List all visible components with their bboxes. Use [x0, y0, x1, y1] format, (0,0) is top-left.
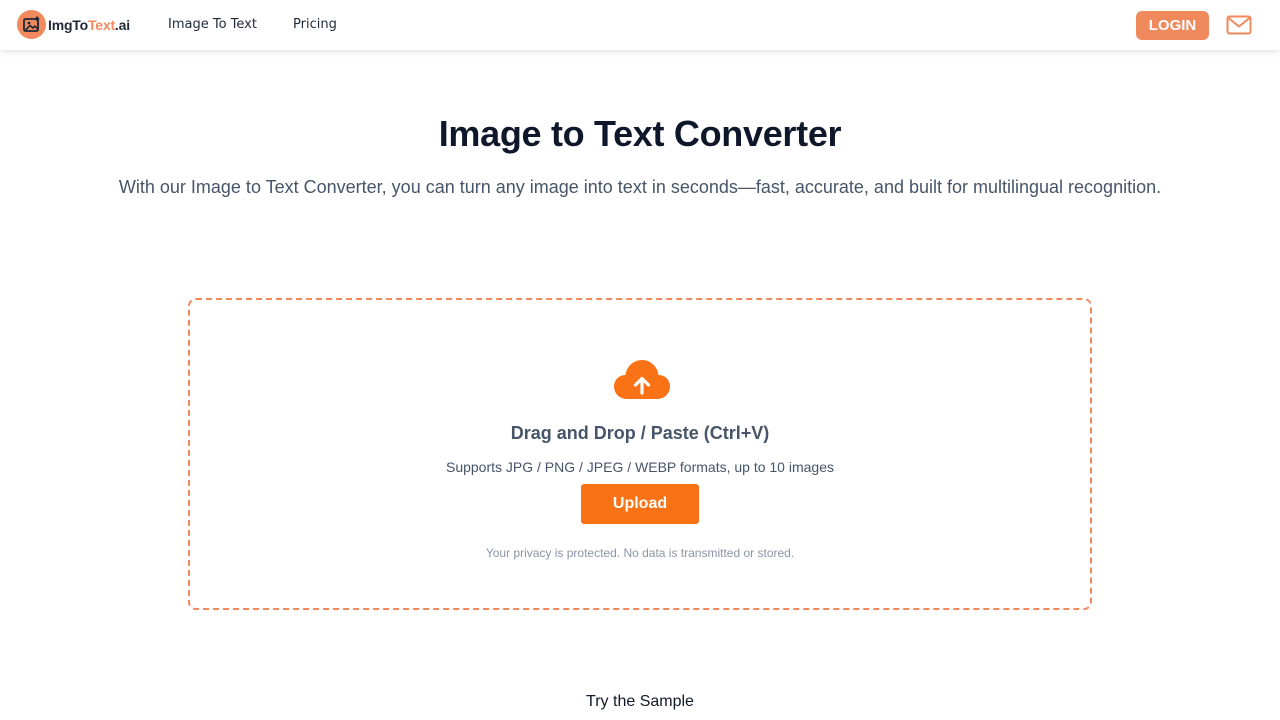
try-sample-link[interactable]: Try the Sample: [0, 693, 1280, 711]
brand-logo[interactable]: ImgToText.ai: [17, 10, 130, 39]
supported-formats-text: Supports JPG / PNG / JPEG / WEBP formats…: [445, 459, 834, 475]
nav-link-image-to-text[interactable]: Image To Text: [168, 17, 257, 32]
page-subtitle: With our Image to Text Converter, you ca…: [118, 177, 1162, 197]
upload-dropzone[interactable]: Drag and Drop / Paste (Ctrl+V) Supports …: [188, 298, 1092, 610]
nav-link-pricing[interactable]: Pricing: [293, 17, 337, 32]
privacy-note: Your privacy is protected. No data is tr…: [485, 546, 795, 560]
upload-button[interactable]: Upload: [581, 484, 699, 524]
login-button[interactable]: LOGIN: [1136, 11, 1209, 40]
cloud-upload-icon: [613, 358, 671, 402]
mail-icon[interactable]: [1226, 14, 1252, 36]
dropzone-title: Drag and Drop / Paste (Ctrl+V): [510, 423, 770, 443]
page-title: Image to Text Converter: [438, 113, 842, 154]
brand-name: ImgToText.ai: [48, 16, 130, 33]
image-logo-icon: [17, 10, 46, 39]
top-navbar: ImgToText.ai Image To Text Pricing LOGIN: [0, 0, 1280, 50]
